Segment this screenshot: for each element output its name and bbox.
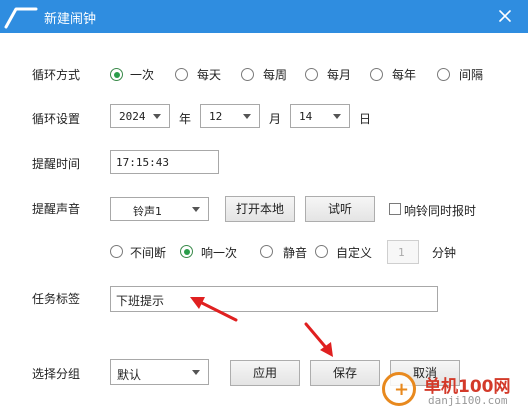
reminder-time-value: 17:15:43: [116, 156, 169, 169]
sound-select[interactable]: 铃声1: [110, 197, 209, 221]
sound-mode-radio-once[interactable]: [180, 245, 193, 258]
sync-announce-label: 响铃同时报时: [404, 204, 477, 218]
window-title: 新建闹钟: [44, 12, 97, 27]
apply-button[interactable]: 应用: [230, 360, 300, 386]
custom-minutes-placeholder: 1: [398, 246, 405, 259]
loop-mode-option-yearly: 每年: [392, 68, 417, 82]
app-logo-icon: [4, 7, 38, 29]
loop-mode-radio-weekly[interactable]: [241, 68, 254, 81]
chevron-down-icon: [153, 114, 161, 119]
chevron-down-icon: [192, 207, 200, 212]
preview-button[interactable]: 试听: [305, 196, 375, 222]
chevron-down-icon: [192, 370, 200, 375]
sound-mode-option-custom: 自定义: [336, 246, 373, 260]
year-select[interactable]: 2024: [110, 104, 170, 128]
watermark-logo-icon: +: [382, 372, 416, 406]
sound-mode-option-mute: 静音: [283, 246, 308, 260]
save-button[interactable]: 保存: [310, 360, 380, 386]
chevron-down-icon: [333, 114, 341, 119]
reminder-time-label: 提醒时间: [32, 157, 81, 171]
year-unit: 年: [179, 112, 192, 126]
day-unit: 日: [359, 112, 372, 126]
reminder-sound-label: 提醒声音: [32, 202, 81, 216]
loop-mode-radio-monthly[interactable]: [305, 68, 318, 81]
month-select[interactable]: 12: [200, 104, 260, 128]
task-label-input[interactable]: 下班提示: [110, 286, 438, 312]
custom-minutes-input[interactable]: 1: [387, 240, 419, 264]
minute-unit: 分钟: [432, 246, 457, 260]
task-label-label: 任务标签: [32, 292, 81, 306]
loop-mode-option-interval: 间隔: [459, 68, 484, 82]
sound-value: 铃声1: [133, 205, 162, 218]
loop-mode-option-monthly: 每月: [327, 68, 352, 82]
sound-mode-option-once: 响一次: [201, 246, 238, 260]
arrow-to-save-button: [304, 322, 333, 357]
sound-mode-radio-continuous[interactable]: [110, 245, 123, 258]
sound-mode-option-continuous: 不间断: [130, 246, 167, 260]
loop-settings-label: 循环设置: [32, 112, 81, 126]
watermark: + 单机100网 danji100.com: [380, 366, 528, 414]
sound-mode-radio-custom[interactable]: [315, 245, 328, 258]
title-bar: 新建闹钟: [0, 0, 528, 33]
watermark-url: danji100.com: [428, 394, 508, 407]
sound-mode-radio-mute[interactable]: [260, 245, 273, 258]
close-icon[interactable]: [496, 7, 514, 25]
group-label: 选择分组: [32, 367, 81, 381]
month-value: 12: [209, 110, 223, 123]
group-value: 默认: [117, 368, 142, 382]
day-value: 14: [299, 110, 313, 123]
sync-announce-checkbox[interactable]: [389, 203, 401, 215]
task-label-value: 下班提示: [116, 294, 165, 308]
loop-mode-radio-once[interactable]: [110, 68, 123, 81]
reminder-time-input[interactable]: 17:15:43: [110, 150, 219, 174]
loop-mode-radio-yearly[interactable]: [370, 68, 383, 81]
open-local-button[interactable]: 打开本地: [225, 196, 295, 222]
loop-mode-option-once: 一次: [130, 68, 155, 82]
loop-mode-radio-interval[interactable]: [437, 68, 450, 81]
chevron-down-icon: [243, 114, 251, 119]
loop-mode-option-daily: 每天: [197, 68, 222, 82]
year-value: 2024: [119, 110, 146, 123]
day-select[interactable]: 14: [290, 104, 350, 128]
loop-mode-label: 循环方式: [32, 68, 81, 82]
month-unit: 月: [269, 112, 282, 126]
loop-mode-radio-daily[interactable]: [175, 68, 188, 81]
group-select[interactable]: 默认: [110, 359, 209, 385]
loop-mode-option-weekly: 每周: [263, 68, 288, 82]
